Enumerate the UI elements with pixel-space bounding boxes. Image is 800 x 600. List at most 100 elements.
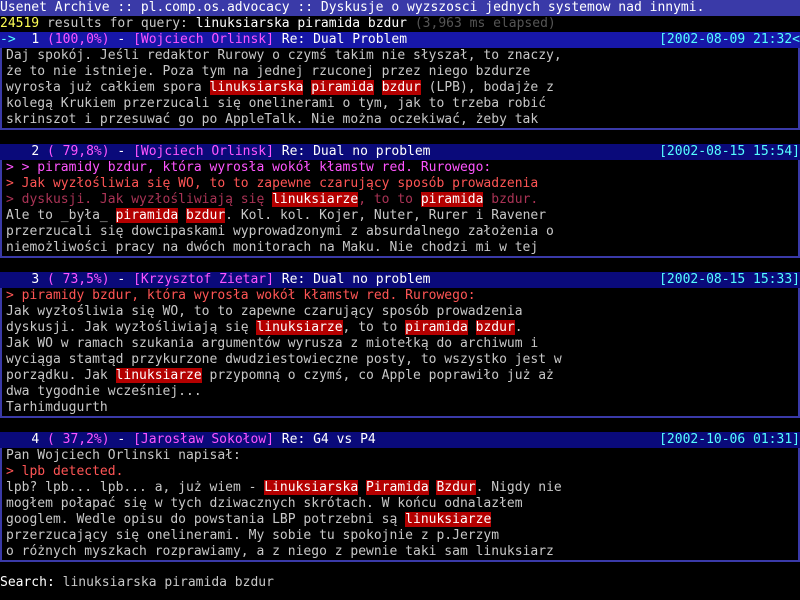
excerpt-line: > lpb detected. — [6, 464, 798, 480]
excerpt-text: Jak WO w ramach szukania argumentów wyru… — [6, 336, 539, 351]
selection-marker — [0, 432, 16, 447]
excerpt-line: Daj spokój. Jeśli redaktor Rurowy o czym… — [6, 48, 798, 64]
query-match-highlight: piramida — [405, 320, 468, 335]
search-label: Search: — [0, 575, 63, 590]
excerpt-line: dwa tygodnie wcześniej... — [6, 384, 798, 400]
post-date: [2002-08-15 15:33] — [659, 272, 800, 287]
excerpt-text: , to to — [342, 320, 406, 335]
result-excerpt: > piramidy bzdur, która wyrosła wokół kł… — [0, 288, 800, 418]
post-subject[interactable]: Re: Dual no problem — [282, 272, 431, 287]
excerpt-line: niemożliwości pracy na dwóch monitorach … — [6, 240, 798, 256]
excerpt-text: niemożliwości pracy na dwóch monitorach … — [6, 240, 539, 255]
query-match-highlight: piramida — [420, 192, 484, 207]
post-subject[interactable]: Re: Dual Problem — [282, 32, 407, 47]
search-bar[interactable]: Search: linuksiarska piramida bzdur — [0, 575, 800, 591]
query-match-highlight: linuksiarze — [272, 192, 359, 207]
query-match-highlight: Piramida — [366, 480, 429, 495]
window-title: Usenet Archive :: pl.comp.os.advocacy ::… — [0, 0, 705, 15]
query-match-highlight: Bzdur — [436, 480, 476, 495]
excerpt-text: lpb? lpb... lpb... a, już wiem - — [6, 480, 265, 495]
excerpt-text: mogłem połapać się w tych dziwacznych sk… — [6, 496, 523, 511]
excerpt-text: przerzucali się dowcipaskami wyprowadzon… — [6, 224, 554, 239]
excerpt-text: wyrosła już całkiem spora — [6, 80, 210, 95]
result-number: 1 — [31, 32, 40, 47]
excerpt-line: > dyskusji. Jak wyzłośliwiają się linuks… — [6, 192, 798, 208]
post-subject[interactable]: Re: G4 vs P4 — [282, 432, 376, 447]
excerpt-line: wyrosła już całkiem spora linuksiarska p… — [6, 80, 798, 96]
excerpt-text: > lpb detected. — [6, 464, 124, 479]
result-header[interactable]: 2 ( 79,8%) - [Wojciech Orlinsk] Re: Dual… — [0, 144, 800, 160]
excerpt-text: dwa tygodnie wcześniej... — [6, 384, 202, 399]
excerpt-text: Pan Wojciech Orlinski napisał: — [6, 448, 241, 463]
excerpt-text: skrinszot i przesuwać go po AppleTalk. N… — [6, 112, 539, 127]
excerpt-text — [178, 208, 186, 223]
excerpt-line: Pan Wojciech Orlinski napisał: — [6, 448, 798, 464]
query-match-highlight: Linuksiarska — [264, 480, 359, 495]
selection-marker — [0, 144, 16, 159]
excerpt-line: Jak WO w ramach szukania argumentów wyru… — [6, 336, 798, 352]
results-status-line: 24519 results for query: linuksiarska pi… — [0, 16, 800, 32]
query-match-highlight: piramida — [115, 208, 179, 223]
result-item[interactable]: 4 ( 37,2%) - [Jarosław Sokołow] Re: G4 v… — [0, 432, 800, 562]
excerpt-text: porządku. Jak — [6, 368, 116, 383]
excerpt-text: (LPB), bodajże z — [420, 80, 554, 95]
result-excerpt: Pan Wojciech Orlinski napisał: > lpb dete… — [0, 448, 800, 562]
query-match-highlight: piramida — [311, 80, 374, 95]
status-text: results for query: — [39, 16, 196, 31]
relevance-score: ( 73,5%) — [46, 272, 110, 287]
excerpt-line: > piramidy bzdur, która wyrosła wokół kł… — [6, 288, 798, 304]
post-date: [2002-08-09 21:32< — [659, 32, 800, 47]
excerpt-text: . — [514, 320, 523, 335]
excerpt-text: . Nigdy nie — [475, 480, 562, 495]
excerpt-text: bzdur. — [483, 192, 539, 207]
result-number: 4 — [31, 432, 40, 447]
relevance-score: ( 37,2%) — [46, 432, 110, 447]
excerpt-text: Daj spokój. Jeśli redaktor Rurowy o czym… — [6, 48, 562, 63]
result-excerpt: > > piramidy bzdur, która wyrosła wokół … — [0, 160, 800, 258]
query-match-highlight: bzdur — [475, 320, 515, 335]
post-author[interactable]: [Wojciech Orlinsk] — [133, 144, 274, 159]
result-count: 24519 — [0, 16, 40, 31]
selection-marker — [0, 272, 16, 287]
excerpt-text: Tarhimdugurth — [6, 400, 108, 415]
post-date: [2002-08-15 15:54] — [659, 144, 800, 159]
excerpt-text: . Kol. kol. Kojer, Nuter, Rurer i Ravene… — [225, 208, 547, 223]
excerpt-line: Ale to _była_ piramida bzdur. Kol. kol. … — [6, 208, 798, 224]
window-title-bar: Usenet Archive :: pl.comp.os.advocacy ::… — [0, 0, 800, 16]
result-header[interactable]: -> 1 (100,0%) - [Wojciech Orlinsk] Re: D… — [0, 32, 800, 48]
excerpt-text: wyciąga stamtąd przykurzone dwudziestowi… — [6, 352, 562, 367]
excerpt-line: > Jak wyzłośliwia się WO, to to zapewne … — [6, 176, 798, 192]
post-author[interactable]: [Wojciech Orlinsk] — [133, 32, 274, 47]
excerpt-text: > Jak wyzłośliwia się WO, to to zapewne … — [6, 176, 539, 191]
excerpt-text: googlem. Wedle opisu do powstania LBP po… — [6, 512, 406, 527]
excerpt-text: o różnych myszkach rozprawiamy, a z nieg… — [6, 544, 554, 559]
post-author[interactable]: [Krzysztof Zietar] — [133, 272, 274, 287]
selection-marker: -> — [0, 32, 16, 47]
query-match-highlight: bzdur — [186, 208, 226, 223]
post-author[interactable]: [Jarosław Sokołow] — [133, 432, 274, 447]
excerpt-line: > > piramidy bzdur, która wyrosła wokół … — [6, 160, 798, 176]
excerpt-line: kolegą Krukiem przerzucali się onelinera… — [6, 96, 798, 112]
excerpt-text: > dyskusji. Jak wyzłośliwiają się — [6, 192, 273, 207]
result-header[interactable]: 4 ( 37,2%) - [Jarosław Sokołow] Re: G4 v… — [0, 432, 800, 448]
excerpt-line: dyskusji. Jak wyzłośliwiają się linuksia… — [6, 320, 798, 336]
elapsed-time: (3,963 ms elapsed) — [407, 16, 556, 31]
result-item[interactable]: 2 ( 79,8%) - [Wojciech Orlinsk] Re: Dual… — [0, 144, 800, 258]
excerpt-text: Ale to _była_ — [6, 208, 116, 223]
result-item[interactable]: -> 1 (100,0%) - [Wojciech Orlinsk] Re: D… — [0, 32, 800, 130]
excerpt-line: googlem. Wedle opisu do powstania LBP po… — [6, 512, 798, 528]
post-subject[interactable]: Re: Dual no problem — [282, 144, 431, 159]
excerpt-text: kolegą Krukiem przerzucali się onelinera… — [6, 96, 547, 111]
excerpt-line: mogłem połapać się w tych dziwacznych sk… — [6, 496, 798, 512]
excerpt-text: przerzucający się onelinerami. My sobie … — [6, 528, 500, 543]
query-match-highlight: linuksiarska — [209, 80, 304, 95]
query-match-highlight: linuksiarze — [405, 512, 492, 527]
excerpt-line: Tarhimdugurth — [6, 400, 798, 416]
result-number: 2 — [31, 144, 40, 159]
excerpt-text: przypomną o czymś, co Apple poprawiło ju… — [201, 368, 554, 383]
result-number: 3 — [31, 272, 40, 287]
result-header[interactable]: 3 ( 73,5%) - [Krzysztof Zietar] Re: Dual… — [0, 272, 800, 288]
query-match-highlight: bzdur — [381, 80, 421, 95]
result-item[interactable]: 3 ( 73,5%) - [Krzysztof Zietar] Re: Dual… — [0, 272, 800, 418]
search-input[interactable]: linuksiarska piramida bzdur — [63, 575, 274, 590]
